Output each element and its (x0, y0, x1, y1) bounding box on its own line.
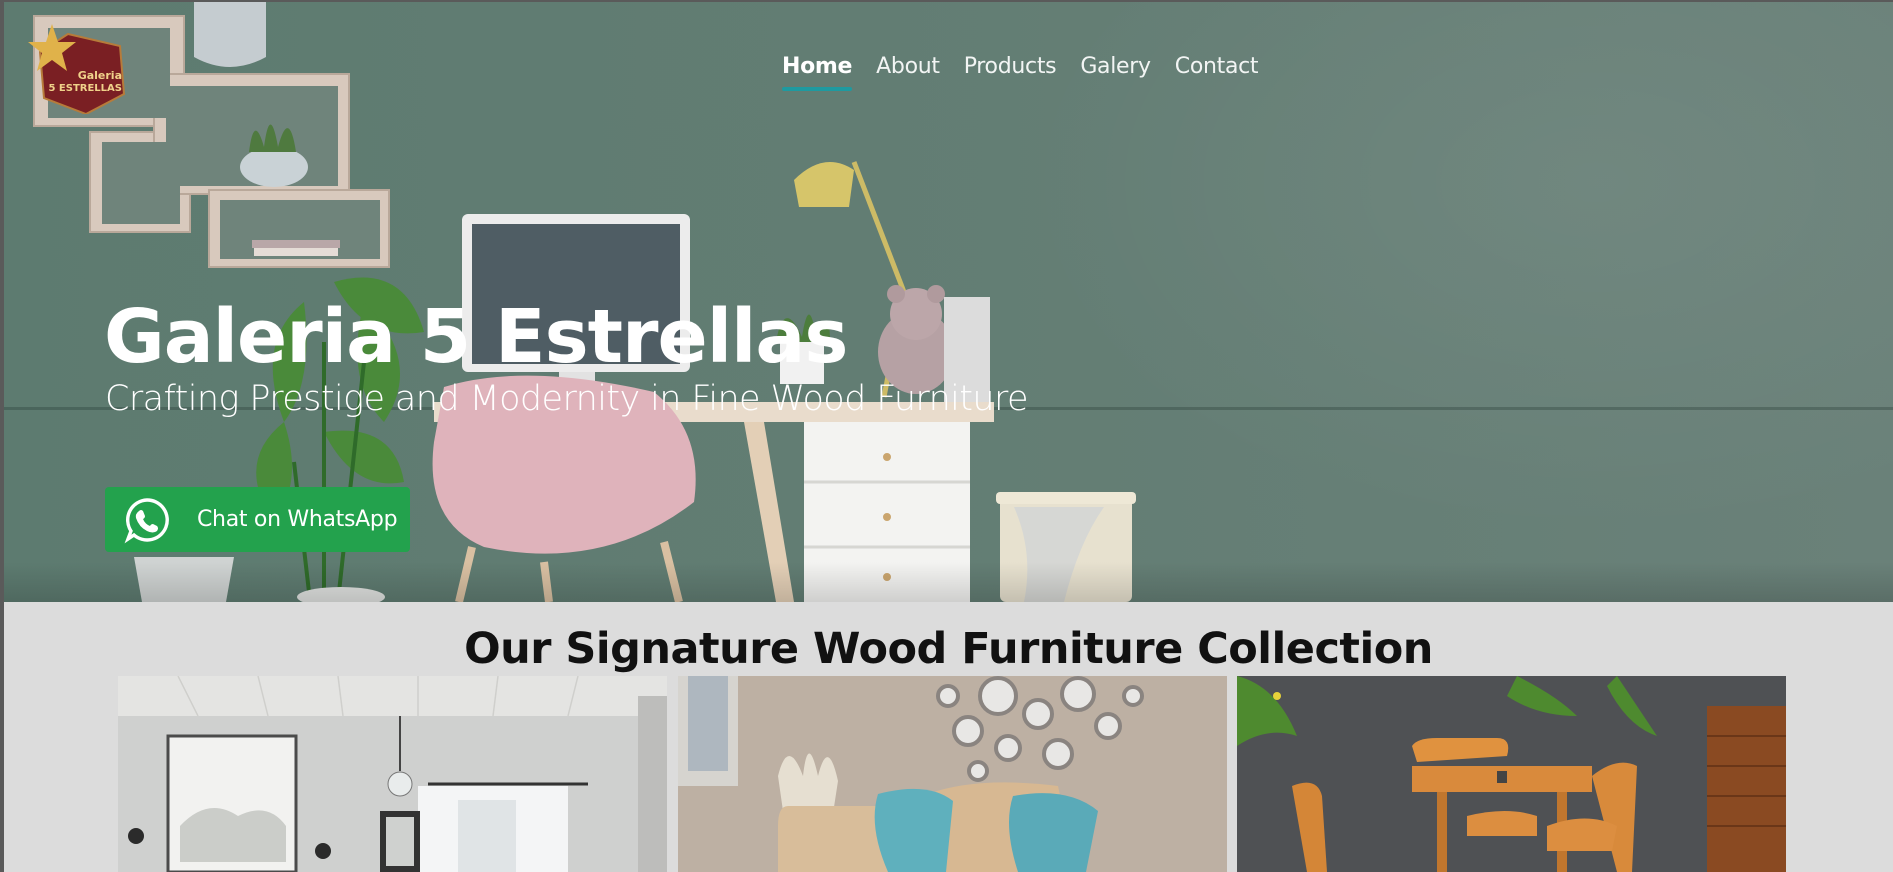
logo-line2: 5 ESTRELLAS (48, 83, 122, 94)
logo-line1: Galeria (78, 69, 122, 82)
collection-card-living-room[interactable] (678, 676, 1227, 872)
hero-subtitle: Crafting Prestige and Modernity in Fine … (105, 379, 1029, 419)
collection-title: Our Signature Wood Furniture Collection (464, 624, 1433, 674)
collection-cards (118, 676, 1786, 872)
nav-galery[interactable]: Galery (1068, 54, 1162, 94)
main-nav: Home About Products Galery Contact (770, 54, 1270, 94)
whatsapp-button-label: Chat on WhatsApp (197, 507, 398, 532)
whatsapp-chat-button[interactable]: Chat on WhatsApp (105, 487, 410, 552)
page: Galeria 5 ESTRELLAS Home About Products … (4, 2, 1893, 872)
hero-section: Galeria 5 ESTRELLAS Home About Products … (4, 2, 1893, 602)
nav-contact[interactable]: Contact (1163, 54, 1271, 94)
nav-home[interactable]: Home (770, 54, 864, 94)
collection-card-bedroom[interactable] (118, 676, 667, 872)
hero-title: Galeria 5 Estrellas (104, 294, 848, 380)
collection-card-patio[interactable] (1237, 676, 1786, 872)
nav-about[interactable]: About (864, 54, 952, 94)
living-room-photo (678, 676, 1227, 872)
patio-dining-photo (1237, 676, 1786, 872)
floor-shadow (4, 562, 1893, 602)
bedroom-photo (118, 676, 667, 872)
nav-products[interactable]: Products (952, 54, 1069, 94)
brand-logo[interactable]: Galeria 5 ESTRELLAS (24, 22, 132, 114)
whatsapp-icon (124, 497, 169, 543)
